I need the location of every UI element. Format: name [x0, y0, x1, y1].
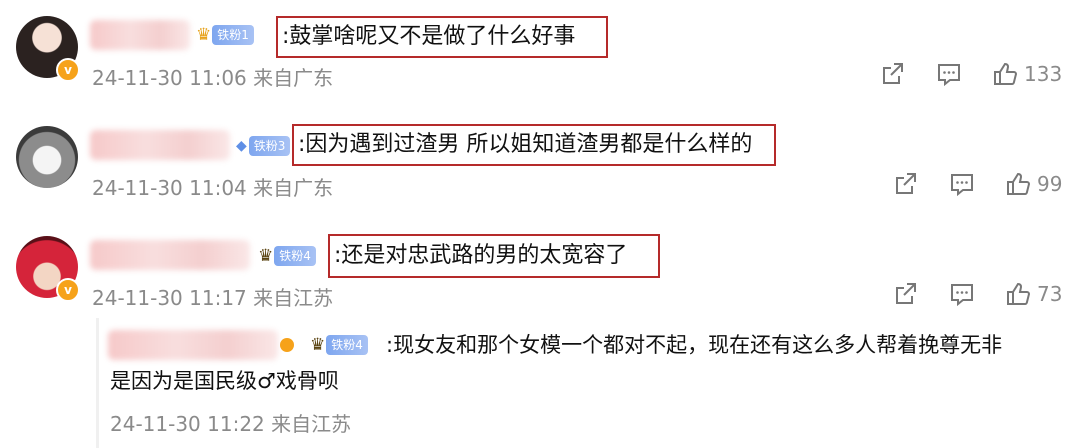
comment-actions: 133: [850, 59, 1062, 89]
share-icon[interactable]: [893, 171, 919, 197]
like-icon[interactable]: [992, 61, 1018, 87]
orange-dot-icon: [280, 338, 294, 352]
fan-level-tag: 铁粉4: [274, 246, 316, 266]
comment-icon[interactable]: [949, 171, 975, 197]
comment-text: :鼓掌啥呢又不是做了什么好事: [282, 24, 576, 49]
username-blurred[interactable]: [90, 130, 230, 160]
fan-badge: ♛ 铁粉1: [196, 24, 254, 46]
comment-text: :还是对忠武路的男的太宽容了: [334, 243, 628, 268]
like-count: 133: [1024, 62, 1063, 86]
verified-badge-icon: v: [56, 58, 80, 82]
fan-level-tag: 铁粉3: [248, 136, 291, 156]
username-blurred[interactable]: [90, 20, 190, 50]
reply-text-line1: :现女友和那个女模一个都对不起，现在还有这么多人帮着挽尊无非: [386, 333, 1003, 357]
share-icon[interactable]: [893, 281, 919, 307]
comment-actions: 99: [863, 169, 1062, 199]
username-blurred[interactable]: [108, 330, 278, 360]
fan-badge: ◆ 铁粉3: [236, 135, 291, 157]
share-icon[interactable]: [880, 61, 906, 87]
comment-text: :因为遇到过渣男 所以姐知道渣男都是什么样的: [298, 132, 753, 157]
crown-icon: ♛: [310, 335, 326, 355]
comment-icon[interactable]: [936, 61, 962, 87]
fan-badge: ♛ 铁粉4: [310, 334, 368, 356]
reply-text-line2: 是因为是国民级♂戏骨呗: [110, 369, 339, 393]
reply-thread-line: [96, 318, 99, 448]
username-blurred[interactable]: [90, 240, 250, 270]
like-icon[interactable]: [1005, 281, 1031, 307]
like-icon[interactable]: [1005, 171, 1031, 197]
reply-meta: 24-11-30 11:22 来自江苏: [110, 412, 352, 436]
diamond-icon: ◆: [236, 138, 247, 154]
fan-badge: ♛ 铁粉4: [258, 245, 316, 267]
fan-level-tag: 铁粉4: [326, 335, 368, 355]
comment-meta: 24-11-30 11:04 来自广东: [92, 176, 334, 200]
comment-meta: 24-11-30 11:17 来自江苏: [92, 286, 334, 310]
avatar[interactable]: [16, 126, 78, 188]
comment-meta: 24-11-30 11:06 来自广东: [92, 66, 334, 90]
comment-icon[interactable]: [949, 281, 975, 307]
fan-level-tag: 铁粉1: [212, 25, 254, 45]
comment-actions: 73: [863, 279, 1062, 309]
like-count: 99: [1037, 172, 1063, 196]
crown-icon: ♛: [258, 246, 274, 266]
like-count: 73: [1037, 282, 1063, 306]
verified-badge-icon: v: [56, 278, 80, 302]
crown-icon: ♛: [196, 25, 212, 45]
